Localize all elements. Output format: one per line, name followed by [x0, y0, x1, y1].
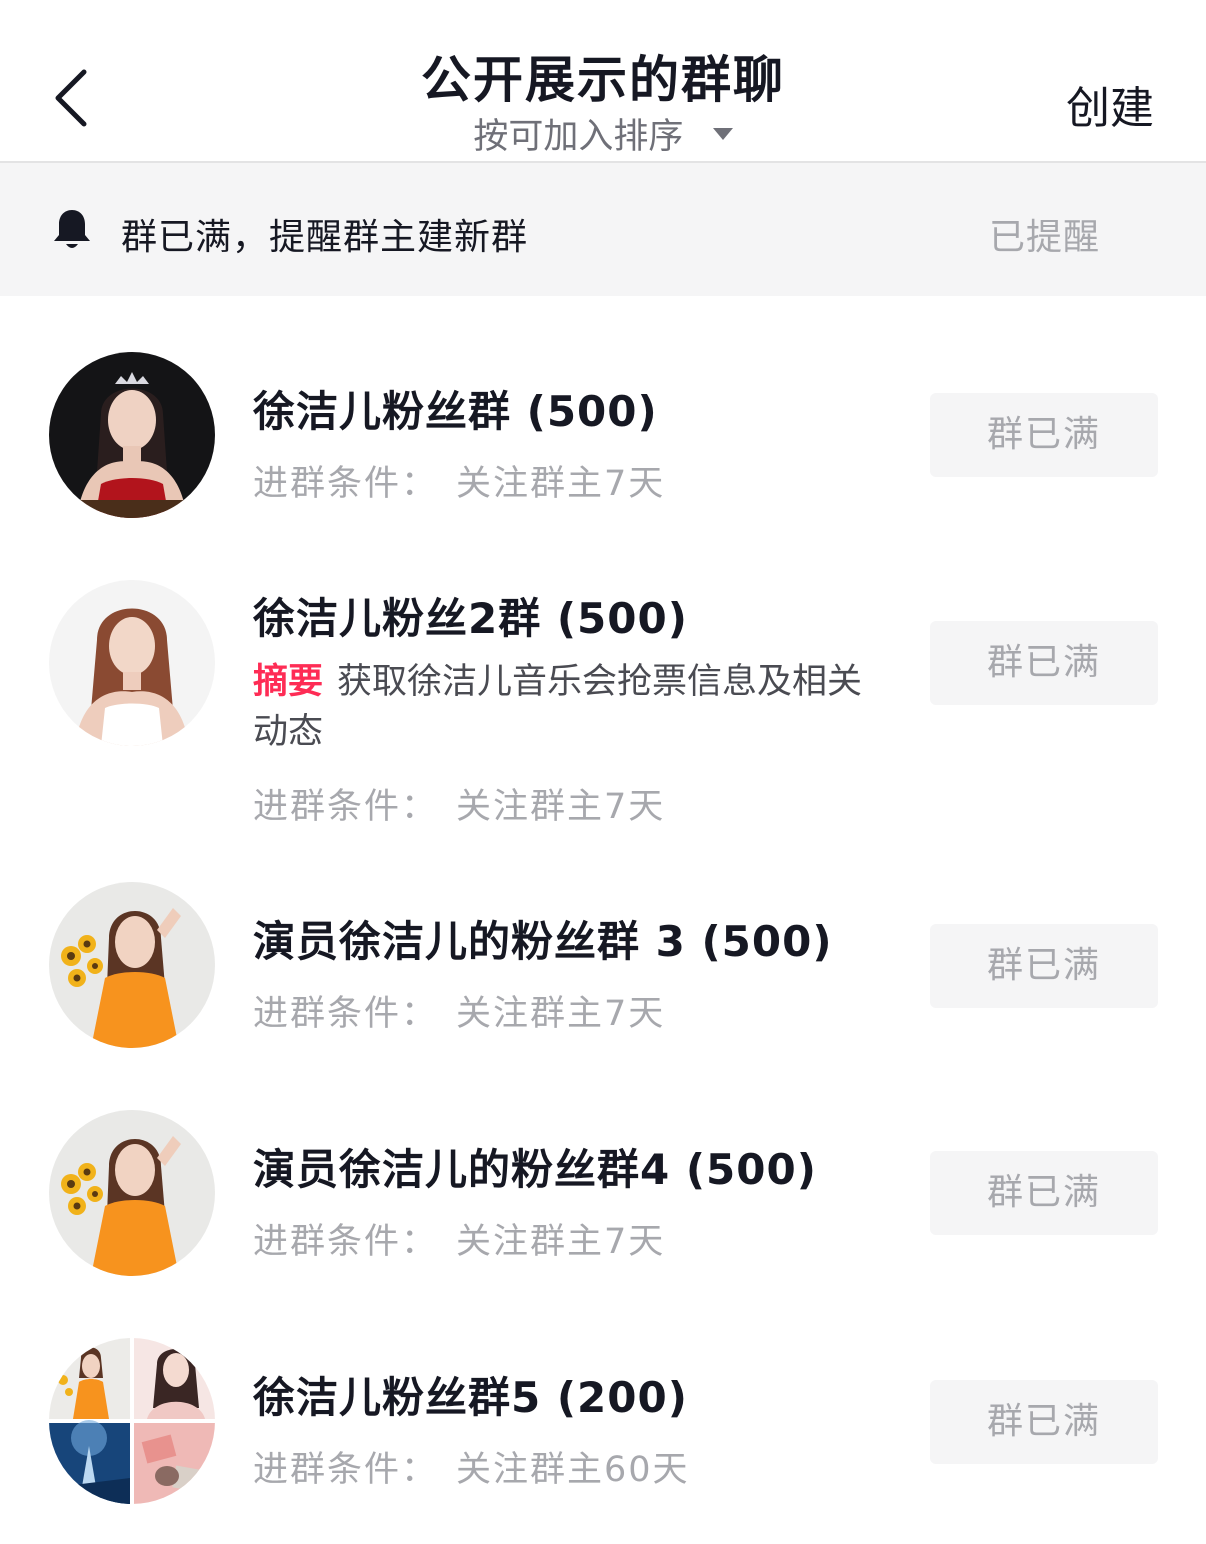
sort-dropdown[interactable]: 按可加入排序	[0, 108, 1206, 159]
condition-label: 进群条件：	[253, 787, 439, 827]
condition-value: 关注群主7天	[456, 994, 666, 1034]
summary-text: 获取徐洁儿音乐会抢票信息及相关动态	[253, 662, 863, 752]
group-avatar-collage	[49, 1338, 215, 1504]
group-full-button[interactable]: 群已满	[930, 924, 1158, 1008]
join-condition: 进群条件： 关注群主7天	[253, 778, 665, 829]
page-title: 公开展示的群聊	[421, 51, 785, 109]
bell-icon	[54, 210, 90, 248]
group-avatar	[49, 882, 215, 1048]
join-condition: 进群条件： 关注群主7天	[253, 985, 665, 1036]
reminded-button[interactable]: 已提醒	[989, 208, 1100, 260]
condition-value: 关注群主7天	[456, 787, 666, 827]
condition-value: 关注群主7天	[456, 1222, 666, 1262]
condition-label: 进群条件：	[253, 1222, 439, 1262]
group-full-button[interactable]: 群已满	[930, 1151, 1158, 1235]
caret-down-icon	[712, 128, 733, 140]
join-condition: 进群条件： 关注群主60天	[253, 1441, 690, 1492]
condition-value: 关注群主60天	[456, 1450, 690, 1490]
group-name: 徐洁儿粉丝2群 (500)	[253, 594, 688, 643]
condition-label: 进群条件：	[253, 464, 439, 504]
group-avatar	[49, 580, 215, 746]
group-avatar	[49, 352, 215, 518]
join-condition: 进群条件： 关注群主7天	[253, 455, 665, 506]
notice-text: 群已满，提醒群主建新群	[121, 217, 529, 258]
group-full-button[interactable]: 群已满	[930, 1380, 1158, 1464]
group-name: 徐洁儿粉丝群5 (200)	[253, 1373, 688, 1422]
nav-header: 公开展示的群聊 按可加入排序 创建	[0, 0, 1206, 163]
group-name: 演员徐洁儿的粉丝群 3 (500)	[253, 917, 833, 966]
join-condition: 进群条件： 关注群主7天	[253, 1213, 665, 1264]
sort-label: 按可加入排序	[473, 117, 684, 157]
summary-tag: 摘要	[253, 662, 324, 702]
group-name: 徐洁儿粉丝群 (500)	[253, 387, 658, 436]
condition-label: 进群条件：	[253, 1450, 439, 1490]
group-avatar	[49, 1110, 215, 1276]
group-full-button[interactable]: 群已满	[930, 393, 1158, 477]
group-name: 演员徐洁儿的粉丝群4 (500)	[253, 1145, 817, 1194]
condition-value: 关注群主7天	[456, 464, 666, 504]
group-full-notice: 群已满，提醒群主建新群 已提醒	[0, 163, 1206, 296]
create-button[interactable]: 创建	[1066, 72, 1154, 136]
group-summary: 摘要 获取徐洁儿音乐会抢票信息及相关动态	[253, 657, 893, 757]
group-full-button[interactable]: 群已满	[930, 621, 1158, 705]
condition-label: 进群条件：	[253, 994, 439, 1034]
